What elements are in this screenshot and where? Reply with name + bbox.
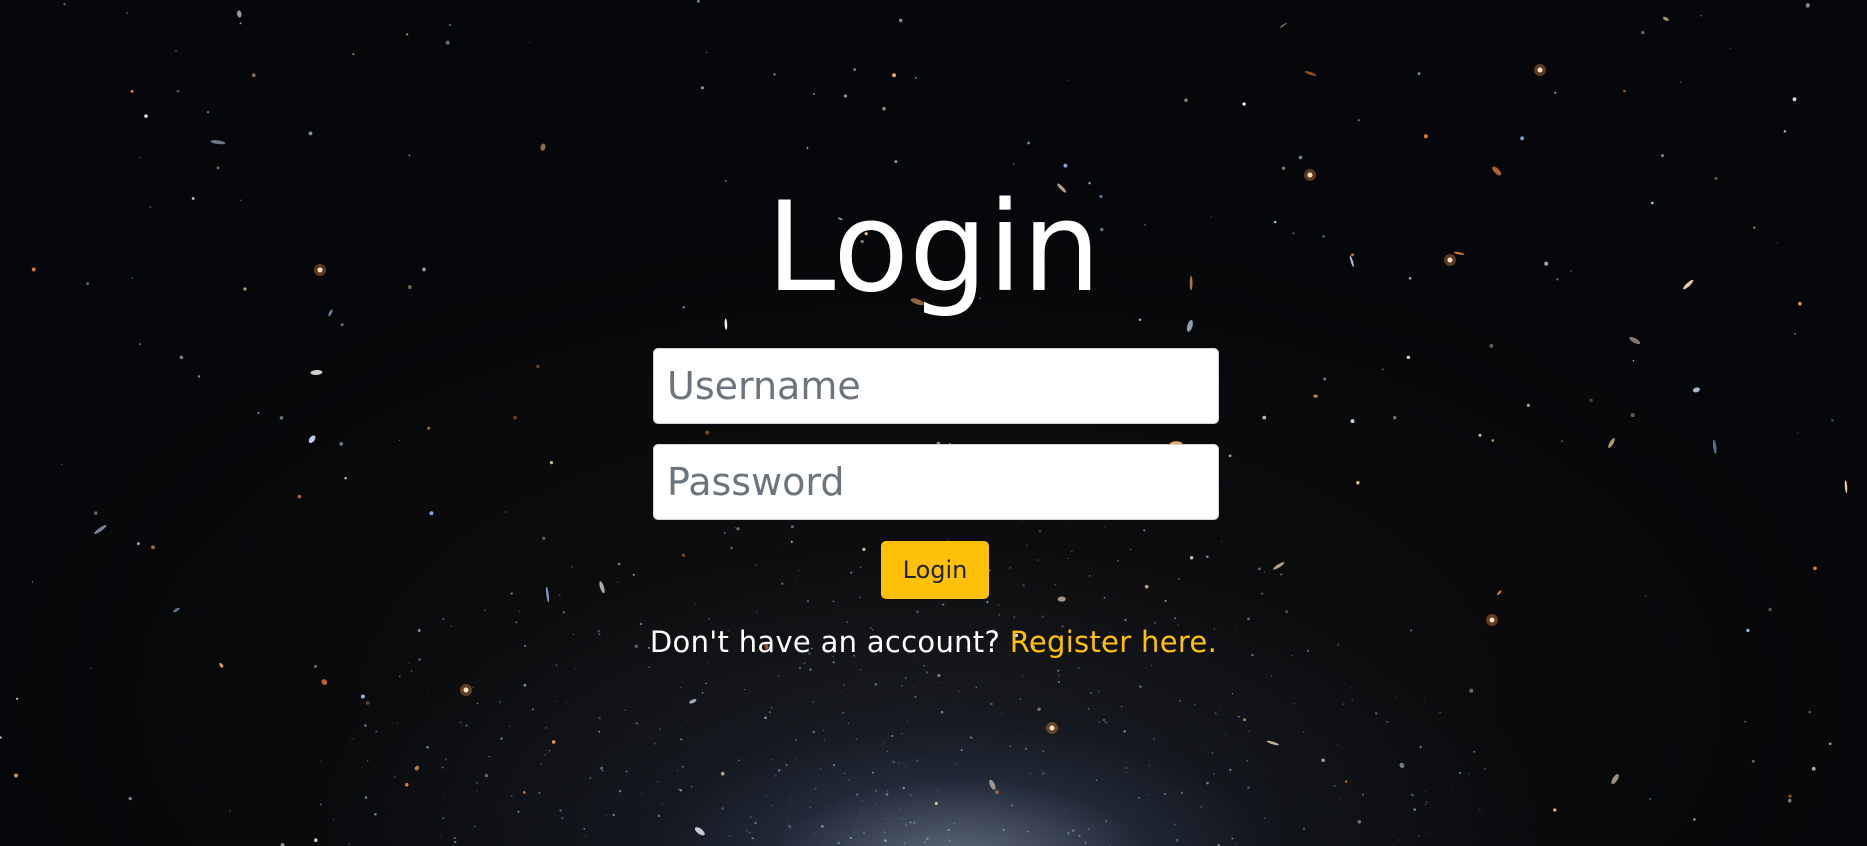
register-prompt-line: Don't have an account? Register here. [0, 622, 1867, 662]
register-prompt-text: Don't have an account? [649, 625, 1001, 659]
page-title: Login [766, 176, 1101, 320]
login-button[interactable]: Login [881, 541, 989, 599]
register-link[interactable]: Register here. [1010, 625, 1217, 659]
password-input[interactable] [653, 444, 1219, 520]
login-form: Login Login Don't have an account? Regis… [0, 0, 1867, 846]
username-input[interactable] [653, 348, 1219, 424]
